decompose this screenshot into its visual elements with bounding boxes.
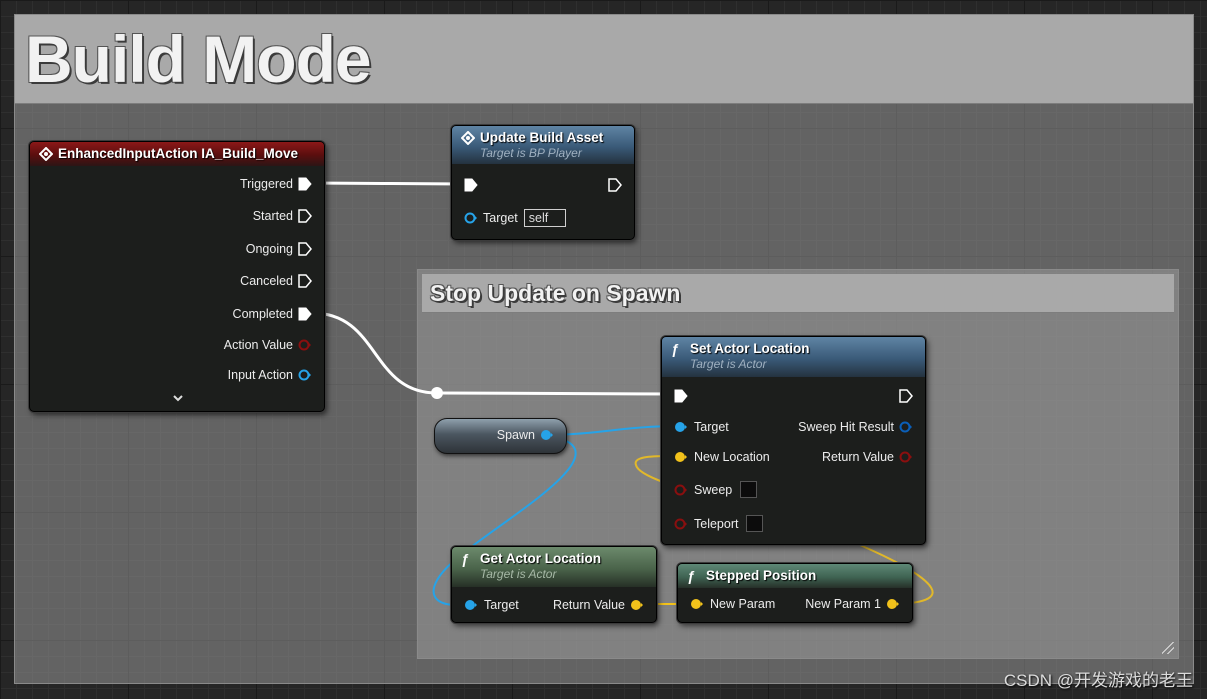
pin-label: Spawn [496, 428, 535, 442]
pin-return-value[interactable]: Return Value [553, 598, 644, 612]
pin-canceled[interactable]: Canceled [240, 274, 312, 288]
function-icon: ƒ [687, 568, 695, 584]
exec-out-pin-icon[interactable] [608, 178, 622, 192]
exec-in-pin-icon[interactable] [674, 389, 688, 403]
pin-label: New Param [710, 597, 776, 611]
pin-new-param[interactable]: New Param [690, 597, 775, 611]
exec-pin-icon[interactable] [298, 307, 312, 321]
pin-label: Target [483, 211, 518, 225]
exec-wire-reroute [435, 391, 682, 396]
chevron-down-icon[interactable] [172, 391, 184, 406]
node-title: Stepped Position [706, 568, 817, 583]
pin-target[interactable]: Target [464, 598, 519, 612]
node-subtitle: Target is BP Player [480, 146, 582, 160]
pin-label: Triggered [239, 177, 293, 191]
struct-pin-icon[interactable] [899, 420, 913, 434]
vector-pin-icon[interactable] [630, 598, 644, 612]
object-pin-icon[interactable] [464, 211, 478, 225]
exec-in-pin-icon[interactable] [464, 178, 478, 192]
exec-out-pin-icon[interactable] [899, 389, 913, 403]
blueprint-graph-canvas[interactable]: Build Mode Stop Update on Spawn Enhanced… [0, 0, 1207, 699]
exec-pin-icon[interactable] [298, 177, 312, 191]
sweep-checkbox[interactable] [740, 481, 758, 498]
object-pin-icon[interactable] [674, 420, 688, 434]
node-subtitle: Target is Actor [690, 357, 767, 371]
pin-input-action[interactable]: Input Action [228, 368, 312, 382]
pin-ongoing[interactable]: Ongoing [246, 242, 312, 256]
exec-pin-icon[interactable] [298, 209, 312, 223]
pin-action-value[interactable]: Action Value [224, 338, 312, 352]
pin-target[interactable]: Target self [464, 209, 566, 227]
pin-label: Input Action [227, 368, 293, 382]
pin-new-location[interactable]: New Location [674, 450, 770, 464]
pin-completed[interactable]: Completed [233, 307, 312, 321]
pin-label: Return Value [552, 598, 625, 612]
pin-label: Started [252, 209, 293, 223]
pin-return-value[interactable]: Return Value [822, 450, 913, 464]
node-header[interactable]: Update Build Asset Target is BP Player [452, 126, 634, 164]
node-spawn-variable[interactable]: Spawn [434, 418, 567, 454]
node-get-actor-location[interactable]: ƒ Get Actor Location Target is Actor Tar… [451, 546, 657, 623]
event-diamond-icon [38, 146, 54, 162]
bool-pin-icon[interactable] [674, 517, 688, 531]
pin-label: Completed [232, 307, 293, 321]
pin-triggered[interactable]: Triggered [240, 177, 312, 191]
pin-label: Return Value [821, 450, 894, 464]
function-icon: ƒ [671, 341, 679, 357]
exec-wire-triggered [310, 181, 467, 186]
target-default-field[interactable]: self [523, 209, 566, 227]
pin-label: Sweep Hit Result [798, 420, 894, 434]
node-subtitle: Target is Actor [480, 567, 557, 581]
vector-pin-icon[interactable] [886, 597, 900, 611]
object-pin-icon[interactable] [298, 368, 312, 382]
pin-sweep-hit-result[interactable]: Sweep Hit Result [798, 420, 913, 434]
bool-pin-icon[interactable] [674, 483, 688, 497]
exec-wire-completed [310, 311, 439, 395]
node-header[interactable]: EnhancedInputAction IA_Build_Move [30, 142, 324, 166]
pin-label: New Param 1 [805, 597, 881, 611]
node-title: Set Actor Location [690, 341, 810, 356]
node-header[interactable]: ƒ Stepped Position [678, 564, 912, 588]
bool-pin-icon[interactable] [298, 338, 312, 352]
pin-new-param-1[interactable]: New Param 1 [805, 597, 900, 611]
node-header[interactable]: ƒ Get Actor Location Target is Actor [452, 547, 656, 587]
vector-pin-icon[interactable] [674, 450, 688, 464]
node-update-build-asset[interactable]: Update Build Asset Target is BP Player T… [451, 125, 635, 240]
event-diamond-icon [460, 130, 476, 146]
node-title: Get Actor Location [480, 551, 602, 566]
watermark: CSDN @开发游戏的老王 [1003, 671, 1193, 690]
node-title: EnhancedInputAction IA_Build_Move [58, 146, 299, 161]
node-stepped-position[interactable]: ƒ Stepped Position New Param New Param 1 [677, 563, 913, 623]
exec-pin-icon[interactable] [298, 242, 312, 256]
pin-sweep[interactable]: Sweep [674, 481, 758, 498]
pin-label: Target [484, 598, 519, 612]
function-icon: ƒ [461, 551, 469, 567]
pin-spawn[interactable]: Spawn [497, 428, 554, 442]
pin-label: Target [694, 420, 729, 434]
node-header[interactable]: ƒ Set Actor Location Target is Actor [662, 337, 925, 377]
reroute-knot [431, 387, 443, 399]
node-title: Update Build Asset [480, 130, 604, 145]
exec-pin-icon[interactable] [298, 274, 312, 288]
node-enhanced-input-action[interactable]: EnhancedInputAction IA_Build_Move Trigge… [29, 141, 325, 412]
pin-label: New Location [694, 450, 770, 464]
pin-started[interactable]: Started [253, 209, 312, 223]
object-pin-icon[interactable] [464, 598, 478, 612]
pin-label: Action Value [223, 338, 293, 352]
pin-label: Canceled [240, 274, 293, 288]
pin-label: Sweep [694, 482, 733, 497]
pin-label: Ongoing [245, 242, 293, 256]
pin-label: Teleport [694, 516, 739, 531]
node-set-actor-location[interactable]: ƒ Set Actor Location Target is Actor Tar… [661, 336, 926, 545]
teleport-checkbox[interactable] [746, 515, 764, 532]
vector-pin-icon[interactable] [690, 597, 704, 611]
bool-pin-icon[interactable] [899, 450, 913, 464]
object-pin-icon[interactable] [540, 428, 554, 442]
pin-target[interactable]: Target [674, 420, 729, 434]
pin-teleport[interactable]: Teleport [674, 515, 764, 532]
